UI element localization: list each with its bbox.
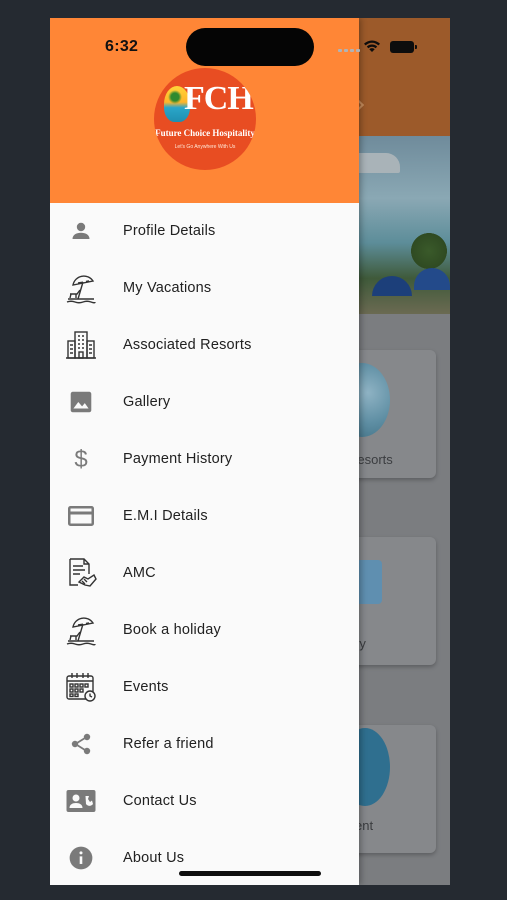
menu-item-payment-history[interactable]: $ Payment History (50, 431, 359, 488)
menu-item-label: Refer a friend (123, 736, 214, 752)
logo-tagline: Let's Go Anywhere With Us (174, 144, 236, 150)
logo-letters: FCH (184, 80, 254, 117)
share-icon (65, 728, 97, 760)
menu-item-associated-resorts[interactable]: Associated Resorts (50, 317, 359, 374)
beach-umbrella-icon (65, 614, 97, 646)
credit-card-icon (65, 500, 97, 532)
phone-screen: Resorts ry ent 6:32 FCH Future Choice Ho… (50, 18, 450, 885)
drawer-menu: Profile Details My Vacations Associated … (50, 203, 359, 885)
menu-item-label: Payment History (123, 451, 233, 467)
background-gallery-thumbnail (356, 560, 382, 604)
menu-item-emi-details[interactable]: E.M.I Details (50, 488, 359, 545)
menu-item-label: About Us (123, 850, 185, 866)
calendar-icon (65, 671, 97, 703)
svg-text:$: $ (74, 446, 87, 473)
menu-item-about-us[interactable]: About Us (50, 830, 359, 885)
status-bar-time: 6:32 (105, 38, 139, 55)
menu-item-label: Associated Resorts (123, 337, 252, 353)
menu-item-label: Gallery (123, 394, 171, 410)
menu-item-label: Contact Us (123, 793, 197, 809)
image-icon (65, 386, 97, 418)
background-palm-tree (408, 230, 450, 272)
menu-item-label: Events (123, 679, 169, 695)
menu-item-amc[interactable]: AMC (50, 545, 359, 602)
menu-item-book-a-holiday[interactable]: Book a holiday (50, 602, 359, 659)
menu-item-events[interactable]: Events (50, 659, 359, 716)
dollar-icon: $ (65, 443, 97, 475)
menu-item-my-vacations[interactable]: My Vacations (50, 260, 359, 317)
menu-item-label: E.M.I Details (123, 508, 208, 524)
menu-item-profile-details[interactable]: Profile Details (50, 203, 359, 260)
wifi-icon (364, 40, 380, 52)
home-indicator[interactable] (179, 871, 321, 876)
menu-item-label: AMC (123, 565, 156, 581)
menu-item-contact-us[interactable]: Contact Us (50, 773, 359, 830)
hotel-building-icon (65, 329, 97, 361)
dynamic-island (186, 28, 314, 66)
contract-handshake-icon (65, 557, 97, 589)
menu-item-label: Profile Details (123, 223, 216, 239)
person-icon (65, 215, 97, 247)
logo-company-name: Future Choice Hospitality (155, 128, 255, 138)
menu-item-label: My Vacations (123, 280, 212, 296)
company-logo: FCH Future Choice Hospitality Let's Go A… (154, 68, 256, 170)
background-cruise-ship (352, 153, 400, 173)
battery-icon (390, 41, 417, 53)
logo-palm-icon (168, 90, 182, 104)
info-icon (65, 842, 97, 874)
menu-item-gallery[interactable]: Gallery (50, 374, 359, 431)
menu-item-label: Book a holiday (123, 622, 221, 638)
beach-umbrella-icon (65, 272, 97, 304)
contact-card-icon (65, 785, 97, 817)
navigation-drawer: FCH Future Choice Hospitality Let's Go A… (50, 18, 359, 885)
menu-item-refer-a-friend[interactable]: Refer a friend (50, 716, 359, 773)
